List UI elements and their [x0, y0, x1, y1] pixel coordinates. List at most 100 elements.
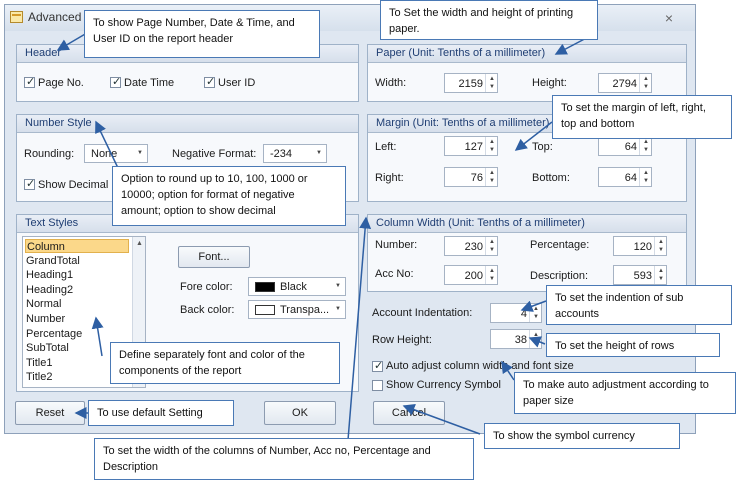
paper-height-value: 2794: [612, 78, 637, 90]
row-height-stepper[interactable]: 38 ▲ ▼: [490, 329, 542, 349]
stepper-arrows[interactable]: ▲ ▼: [654, 237, 666, 255]
rounding-value: None: [91, 148, 118, 160]
currency-symbol-checkbox[interactable]: [372, 380, 383, 391]
stepper-arrows[interactable]: ▲ ▼: [485, 237, 497, 255]
fore-color-label: Fore color:: [180, 281, 233, 293]
col-accno-value: 200: [464, 270, 483, 282]
back-color-label: Back color:: [180, 304, 235, 316]
rounding-select[interactable]: None ▼: [84, 144, 148, 163]
user-id-label: User ID: [218, 77, 256, 89]
col-description-stepper[interactable]: 593 ▲ ▼: [613, 265, 667, 285]
date-time-label: Date Time: [124, 77, 175, 89]
list-item[interactable]: Percentage: [25, 327, 129, 341]
note-number-style: Option to round up to 10, 100, 1000 or 1…: [112, 166, 346, 226]
account-indentation-stepper[interactable]: 4 ▲ ▼: [490, 303, 542, 323]
paper-width-value: 2159: [458, 78, 483, 90]
account-indentation-label: Account Indentation:: [372, 307, 473, 319]
note-column-width: To set the width of the columns of Numbe…: [94, 438, 474, 480]
paper-width-stepper[interactable]: 2159 ▲ ▼: [444, 73, 498, 93]
row-height-label: Row Height:: [372, 334, 432, 346]
cancel-button[interactable]: Cancel: [373, 401, 445, 425]
col-accno-label: Acc No:: [375, 268, 414, 280]
list-item[interactable]: Heading1: [25, 268, 129, 282]
paper-width-label: Width:: [375, 77, 407, 89]
row-height-value: 38: [514, 334, 527, 346]
page-no-checkbox[interactable]: [24, 75, 35, 88]
show-decimal-checkbox[interactable]: [24, 177, 35, 190]
note-header: To show Page Number, Date & Time, and Us…: [84, 10, 320, 58]
margin-top-stepper[interactable]: 64 ▲ ▼: [598, 136, 652, 156]
reset-button[interactable]: Reset: [15, 401, 85, 425]
negative-format-select[interactable]: -234 ▼: [263, 144, 327, 163]
stepper-arrows[interactable]: ▲ ▼: [485, 137, 497, 155]
page-no-label: Page No.: [38, 77, 84, 89]
col-description-value: 593: [633, 270, 652, 282]
number-style-title: Number Style: [17, 115, 358, 133]
paper-group-title: Paper (Unit: Tenths of a millimeter): [368, 45, 686, 63]
col-description-label: Description:: [530, 270, 589, 282]
chevron-down-icon: ▼: [335, 283, 341, 289]
date-time-checkbox[interactable]: [110, 75, 121, 88]
back-color-select[interactable]: Transpa... ▼: [248, 300, 346, 319]
negative-format-value: -234: [270, 148, 293, 160]
list-item[interactable]: Number: [25, 312, 129, 326]
list-item[interactable]: Normal: [25, 297, 129, 311]
col-percentage-label: Percentage:: [530, 239, 590, 251]
currency-symbol-label: Show Currency Symbol: [386, 379, 501, 391]
back-color-swatch: [255, 305, 275, 315]
note-auto-adjust: To make auto adjustment according to pap…: [514, 372, 736, 414]
note-paper: To Set the width and height of printing …: [380, 0, 598, 40]
chevron-down-icon: ▼: [137, 150, 143, 156]
list-item[interactable]: Heading2: [25, 283, 129, 297]
margin-top-value: 64: [624, 141, 637, 153]
auto-adjust-label: Auto adjust column width and font size: [386, 360, 574, 372]
ok-button[interactable]: OK: [264, 401, 336, 425]
stepper-arrows[interactable]: ▲ ▼: [639, 168, 651, 186]
show-decimal-label: Show Decimal: [38, 179, 109, 191]
fore-color-swatch: [255, 282, 275, 292]
col-number-label: Number:: [375, 239, 418, 251]
margin-right-stepper[interactable]: 76 ▲ ▼: [444, 167, 498, 187]
stepper-arrows[interactable]: ▲ ▼: [485, 266, 497, 284]
chevron-down-icon: ▼: [316, 150, 322, 156]
fore-color-value: Black: [280, 281, 307, 293]
user-id-checkbox[interactable]: [204, 75, 215, 88]
note-row-height: To set the height of rows: [546, 333, 720, 357]
margin-top-label: Top:: [532, 141, 553, 153]
chevron-down-icon: ▼: [335, 306, 341, 312]
stepper-arrows[interactable]: ▲ ▼: [529, 330, 541, 348]
stepper-arrows[interactable]: ▲ ▼: [639, 74, 651, 92]
font-button[interactable]: Font...: [178, 246, 250, 268]
margin-right-value: 76: [470, 172, 483, 184]
stepper-arrows[interactable]: ▲ ▼: [654, 266, 666, 284]
note-currency: To show the symbol currency: [484, 423, 680, 449]
stepper-arrows[interactable]: ▲ ▼: [639, 137, 651, 155]
auto-adjust-checkbox[interactable]: [372, 359, 383, 372]
list-item[interactable]: GrandTotal: [25, 254, 129, 268]
close-icon[interactable]: ×: [662, 10, 676, 26]
note-margin: To set the margin of left, right, top an…: [552, 95, 732, 139]
back-color-value: Transpa...: [280, 304, 330, 316]
margin-bottom-value: 64: [624, 172, 637, 184]
margin-right-label: Right:: [375, 172, 404, 184]
paper-height-stepper[interactable]: 2794 ▲ ▼: [598, 73, 652, 93]
stepper-arrows[interactable]: ▲ ▼: [485, 74, 497, 92]
col-percentage-stepper[interactable]: 120 ▲ ▼: [613, 236, 667, 256]
margin-left-label: Left:: [375, 141, 397, 153]
stepper-arrows[interactable]: ▲ ▼: [485, 168, 497, 186]
margin-bottom-stepper[interactable]: 64 ▲ ▼: [598, 167, 652, 187]
scroll-up-icon[interactable]: ▲: [136, 240, 143, 247]
list-item[interactable]: Column: [25, 239, 129, 253]
col-percentage-value: 120: [633, 241, 652, 253]
rounding-label: Rounding:: [24, 148, 75, 160]
note-reset: To use default Setting: [88, 400, 234, 426]
note-text-styles: Define separately font and color of the …: [110, 342, 340, 384]
margin-left-stepper[interactable]: 127 ▲ ▼: [444, 136, 498, 156]
fore-color-select[interactable]: Black ▼: [248, 277, 346, 296]
col-accno-stepper[interactable]: 200 ▲ ▼: [444, 265, 498, 285]
margin-bottom-label: Bottom:: [532, 172, 570, 184]
col-number-value: 230: [464, 241, 483, 253]
app-icon: [10, 11, 23, 23]
stepper-arrows[interactable]: ▲ ▼: [529, 304, 541, 322]
col-number-stepper[interactable]: 230 ▲ ▼: [444, 236, 498, 256]
